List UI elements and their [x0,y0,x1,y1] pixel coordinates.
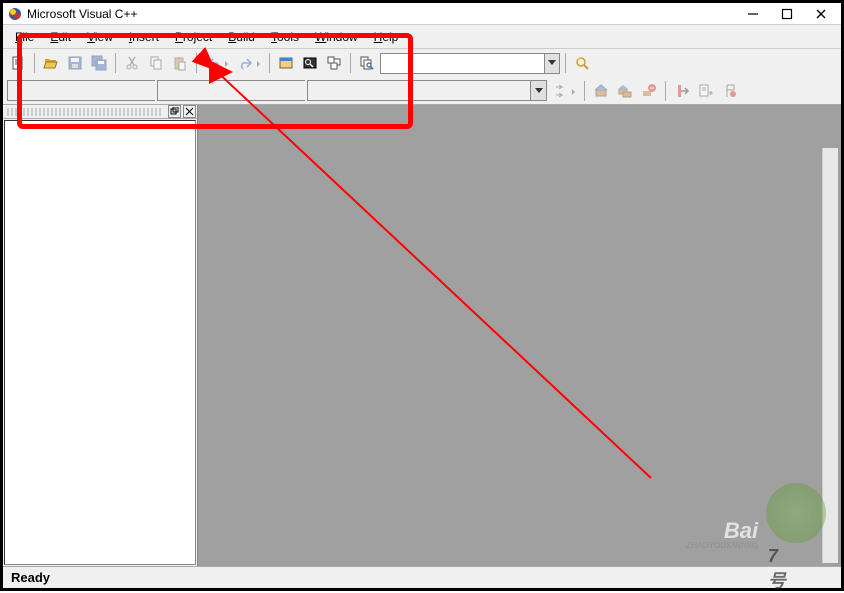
separator [665,81,666,101]
member-combo-arrow[interactable] [530,81,546,100]
menu-build[interactable]: Build [220,27,263,47]
open-button[interactable] [40,52,62,74]
watermark-text: Bai 7号 ZHAOYOUXIWANG [724,518,758,544]
wizard-toolbar [3,77,841,105]
separator [269,53,270,73]
copy-button[interactable] [145,52,167,74]
menu-insert[interactable]: Insert [121,27,167,47]
paste-button[interactable] [169,52,191,74]
workspace-button[interactable] [275,52,297,74]
save-button[interactable] [64,52,86,74]
window-frame: Microsoft Visual C++ File Edit View Inse… [0,0,844,591]
member-combo-input[interactable] [308,81,530,100]
minimize-button[interactable] [745,6,761,22]
new-text-file-button[interactable] [7,52,29,74]
undo-button[interactable] [202,52,232,74]
separator [115,53,116,73]
wizard-action-button[interactable] [549,80,579,102]
window-controls [745,6,837,22]
title-bar: Microsoft Visual C++ [3,3,841,25]
window-title: Microsoft Visual C++ [27,7,138,21]
menu-view[interactable]: View [79,27,121,47]
go-button[interactable] [695,80,717,102]
separator [34,53,35,73]
menu-file[interactable]: File [7,27,42,47]
status-text: Ready [11,570,50,585]
close-button[interactable] [813,6,829,22]
maximize-button[interactable] [779,6,795,22]
panel-header [3,105,197,119]
find-button[interactable] [571,52,593,74]
workspace-tree[interactable] [4,120,196,565]
output-button[interactable] [299,52,321,74]
redo-button[interactable] [234,52,264,74]
build-button[interactable] [590,80,612,102]
class-combo[interactable] [7,80,155,101]
separator [350,53,351,73]
breakpoint-button[interactable] [719,80,741,102]
execute-button[interactable] [671,80,693,102]
class-combo-input[interactable] [8,81,171,100]
find-input[interactable] [381,54,544,73]
title-left: Microsoft Visual C++ [7,6,138,22]
member-combo[interactable] [307,80,547,101]
menu-tools[interactable]: Tools [263,27,307,47]
standard-toolbar [3,49,841,77]
filter-combo-input[interactable] [158,81,321,100]
separator [584,81,585,101]
watermark-num: 7号 [768,546,786,593]
build-all-button[interactable] [614,80,636,102]
menu-help[interactable]: Help [366,27,407,47]
window-list-button[interactable] [323,52,345,74]
separator [565,53,566,73]
find-dropdown-arrow[interactable] [544,54,559,73]
app-icon [7,6,23,22]
watermark: Bai 7号 ZHAOYOUXIWANG [641,483,841,578]
filter-combo[interactable] [157,80,305,101]
watermark-circle-icon [766,483,826,543]
panel-restore-button[interactable] [168,105,181,118]
menu-window[interactable]: Window [307,27,366,47]
save-all-button[interactable] [88,52,110,74]
stop-build-button[interactable] [638,80,660,102]
watermark-sub: ZHAOYOUXIWANG [686,541,758,550]
workspace-panel [3,105,198,566]
find-in-files-button[interactable] [356,52,378,74]
find-combo[interactable] [380,53,560,74]
menu-project[interactable]: Project [167,27,220,47]
menu-bar: File Edit View Insert Project Build Tool… [3,25,841,49]
separator [196,53,197,73]
menu-edit[interactable]: Edit [42,27,79,47]
panel-grip[interactable] [7,108,163,116]
panel-close-button[interactable] [183,105,196,118]
cut-button[interactable] [121,52,143,74]
